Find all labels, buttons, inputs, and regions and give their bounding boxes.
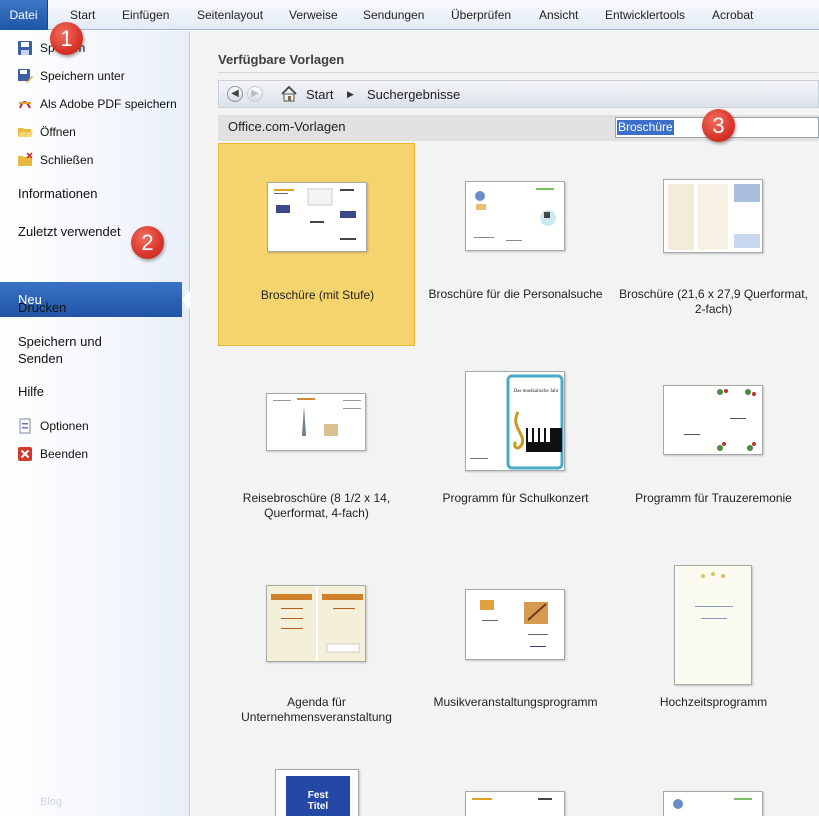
- tab-acrobat[interactable]: Acrobat: [712, 0, 753, 30]
- brochure-preview: [274, 188, 356, 240]
- template-tile-hochzeitsprogramm[interactable]: Hochzeitsprogramm: [615, 565, 812, 768]
- template-thumbnail: [267, 182, 367, 252]
- template-tile-broschuere-stufe[interactable]: Broschüre (mit Stufe): [218, 143, 415, 346]
- template-tile-agenda[interactable]: Agenda für Unternehmensveranstaltung: [218, 585, 415, 788]
- template-tile-reisebroschuere[interactable]: Reisebroschüre (8 1/2 x 14, Querformat, …: [218, 371, 415, 574]
- template-thumbnail: [465, 181, 565, 251]
- template-tile-personalsuche[interactable]: Broschüre für die Personalsuche: [417, 143, 614, 346]
- template-label: Reisebroschüre (8 1/2 x 14, Querformat, …: [242, 491, 391, 520]
- template-thumbnail: [674, 565, 752, 685]
- recruiting-preview-partial: [673, 798, 752, 809]
- section-divider: [218, 72, 818, 73]
- template-thumbnail: [663, 385, 763, 455]
- watermark-text: Blog: [40, 796, 63, 808]
- source-label: Office.com-Vorlagen: [228, 119, 346, 134]
- menu-options-label: Optionen: [40, 419, 89, 433]
- template-tile-trauzeremonie[interactable]: Programm für Trauzeremonie: [615, 371, 812, 574]
- tab-verweise[interactable]: Verweise: [289, 0, 338, 30]
- template-thumbnail-fest-titel[interactable]: Fest Titel: [275, 769, 359, 816]
- callout-badge-1: 1: [50, 22, 83, 55]
- available-templates-pane: Verfügbare Vorlagen ◀ ▶ Start ▶ Sucherge…: [191, 31, 819, 816]
- template-tile-schulkonzert[interactable]: Das musikalische Jahr Programm für Schul…: [417, 371, 614, 574]
- template-label: Musikveranstaltungsprogramm: [433, 695, 598, 709]
- recruiting-brochure-preview: [474, 188, 556, 241]
- template-label: Programm für Trauzeremonie: [635, 491, 792, 505]
- template-thumbnail: [266, 393, 366, 451]
- template-label: Agenda für Unternehmensveranstaltung: [241, 695, 392, 724]
- menu-help[interactable]: Hilfe: [18, 383, 183, 400]
- breadcrumb-chevron-icon: ▶: [347, 89, 354, 99]
- template-tile-broschuere-querformat[interactable]: Broschüre (21,6 x 27,9 Querformat, 2-fac…: [615, 143, 812, 346]
- pdf-icon: [19, 101, 31, 109]
- breadcrumb-start[interactable]: Start: [306, 87, 333, 102]
- tab-datei[interactable]: Datei: [0, 0, 48, 30]
- titel-text: Titel: [307, 801, 329, 812]
- menu-print[interactable]: Drucken: [18, 299, 183, 316]
- menu-close-label: Schließen: [40, 153, 94, 167]
- section-title: Verfügbare Vorlagen: [218, 52, 345, 67]
- forward-arrow-icon[interactable]: ▶: [247, 86, 263, 102]
- callout-badge-3: 3: [702, 109, 735, 142]
- template-thumbnail-partial-2[interactable]: [663, 791, 763, 816]
- template-tile-musikveranstaltung[interactable]: Musikveranstaltungsprogramm: [417, 585, 614, 788]
- template-label: Hochzeitsprogramm: [659, 695, 768, 709]
- template-label: Broschüre für die Personalsuche: [428, 287, 603, 301]
- home-icon[interactable]: [280, 85, 298, 103]
- menu-save-send[interactable]: Speichern und Senden: [18, 333, 128, 367]
- tab-entwicklertools[interactable]: Entwicklertools: [605, 0, 685, 30]
- template-thumbnail: [266, 585, 366, 662]
- tab-seitenlayout[interactable]: Seitenlayout: [197, 0, 263, 30]
- template-thumbnail-partial[interactable]: [465, 791, 565, 816]
- wedding-ceremony-preview: [684, 389, 756, 451]
- tab-ueberpruefen[interactable]: Überprüfen: [451, 0, 511, 30]
- options-document-icon: [19, 418, 31, 434]
- template-thumbnail: Das musikalische Jahr: [465, 371, 565, 471]
- save-as-icon: [18, 69, 33, 83]
- fest-text: Fest: [307, 790, 329, 801]
- search-query-text[interactable]: Broschüre: [617, 120, 674, 135]
- concert-program-preview: Das musikalische Jahr: [470, 374, 564, 470]
- callout-badge-2: 2: [131, 226, 164, 259]
- ribbon-tabs: Datei Start Einfügen Seitenlayout Verwei…: [0, 0, 819, 30]
- menu-save-pdf-label: Als Adobe PDF speichern: [40, 97, 177, 111]
- wedding-program-preview: [675, 566, 751, 684]
- folder-close-icon: [18, 152, 33, 166]
- selection-arrow-icon: [182, 291, 190, 309]
- folder-open-icon: [18, 128, 33, 137]
- floppy-disk-icon: [18, 41, 32, 55]
- fest-titel-cover: Fest Titel: [286, 776, 350, 816]
- landscape-brochure-preview: [668, 184, 760, 250]
- template-label: Programm für Schulkonzert: [442, 491, 589, 505]
- back-arrow-icon[interactable]: ◀: [227, 86, 243, 102]
- travel-brochure-preview: [273, 398, 361, 436]
- breadcrumb-bar: ◀ ▶ Start ▶ Suchergebnisse: [218, 80, 819, 108]
- template-label: Broschüre (mit Stufe): [260, 288, 375, 302]
- template-label: Broschüre (21,6 x 27,9 Querformat, 2-fac…: [619, 287, 808, 316]
- music-event-preview: [480, 600, 548, 647]
- agenda-preview: [267, 586, 365, 661]
- tab-ansicht[interactable]: Ansicht: [539, 0, 578, 30]
- backstage-menu: Sp rn Speichern unter Als Adobe PDF spei…: [0, 31, 190, 816]
- exit-x-icon: [18, 447, 32, 461]
- menu-save-as-label: Speichern unter: [40, 69, 125, 83]
- template-thumbnail: [663, 179, 763, 253]
- concert-title-text: Das musikalische Jahr: [514, 389, 559, 394]
- template-thumbnail: [465, 589, 565, 660]
- tab-einfuegen[interactable]: Einfügen: [122, 0, 169, 30]
- tab-sendungen[interactable]: Sendungen: [363, 0, 424, 30]
- menu-open-label: Öffnen: [40, 125, 76, 139]
- breadcrumb-search-results[interactable]: Suchergebnisse: [367, 87, 460, 102]
- menu-info[interactable]: Informationen: [18, 185, 183, 202]
- brochure-preview-partial: [472, 798, 552, 800]
- menu-exit-label: Beenden: [40, 447, 89, 461]
